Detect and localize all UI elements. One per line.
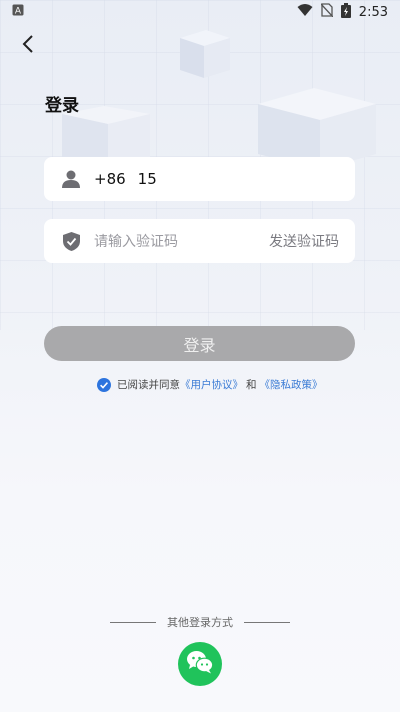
other-login-divider: 其他登录方式 xyxy=(0,614,400,630)
back-button[interactable] xyxy=(14,32,42,60)
login-button[interactable]: 登录 xyxy=(44,326,355,361)
decor-cube xyxy=(180,30,230,78)
clock-time: 2:53 xyxy=(358,4,388,20)
agreement-prefix: 已阅读并同意 xyxy=(117,379,180,391)
svg-text:A: A xyxy=(15,7,22,17)
agreement-checkbox[interactable] xyxy=(97,377,111,392)
divider-line xyxy=(110,621,156,623)
other-login-label: 其他登录方式 xyxy=(167,616,233,629)
divider-line xyxy=(244,621,290,623)
wifi-icon xyxy=(297,3,313,21)
agreement-and: 和 xyxy=(246,379,257,391)
phone-field[interactable]: +86 15 xyxy=(44,157,355,201)
agreement-row: 已阅读并同意 《用户协议》 和 《隐私政策》 xyxy=(97,377,323,392)
privacy-policy-link[interactable]: 《隐私政策》 xyxy=(260,377,323,392)
status-bar: A 2:53 xyxy=(0,0,400,24)
user-agreement-link[interactable]: 《用户协议》 xyxy=(180,377,243,392)
code-field[interactable]: 请输入验证码 发送验证码 xyxy=(44,219,355,263)
no-sim-icon xyxy=(320,3,334,21)
chevron-left-icon xyxy=(21,35,35,57)
country-code: +86 xyxy=(94,170,126,188)
a-letter-icon: A xyxy=(12,4,24,20)
phone-input[interactable]: 15 xyxy=(138,170,157,188)
send-code-button[interactable]: 发送验证码 xyxy=(269,231,339,251)
shield-check-icon xyxy=(60,230,82,252)
user-icon xyxy=(60,168,82,190)
wechat-icon xyxy=(186,650,214,678)
battery-charging-icon xyxy=(340,2,351,22)
page-title: 登录 xyxy=(45,96,79,115)
code-input[interactable]: 请输入验证码 xyxy=(94,231,269,251)
wechat-login-button[interactable] xyxy=(178,642,222,686)
